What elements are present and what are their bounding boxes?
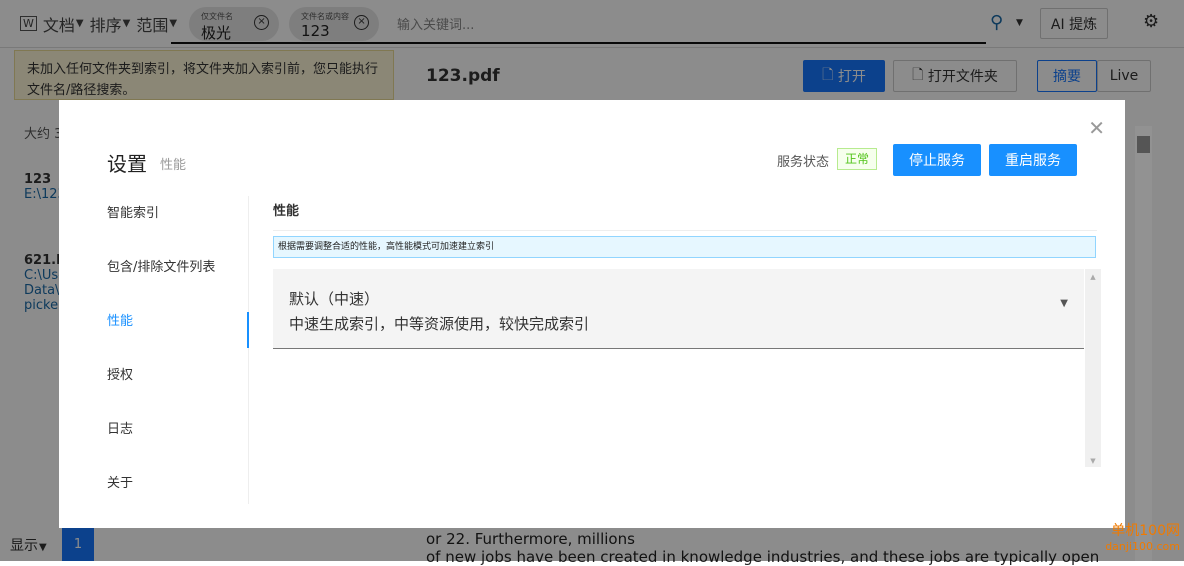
divider bbox=[273, 230, 1097, 231]
settings-nav: 智能索引 包含/排除文件列表 性能 授权 日志 关于 bbox=[59, 196, 249, 504]
nav-performance[interactable]: 性能 bbox=[59, 304, 249, 358]
nav-include-exclude[interactable]: 包含/排除文件列表 bbox=[59, 250, 248, 304]
nav-smart-index[interactable]: 智能索引 bbox=[59, 196, 248, 250]
watermark-logo: 单机100网 danji100.com bbox=[1105, 523, 1180, 553]
restart-service-button[interactable]: 重启服务 bbox=[989, 144, 1077, 176]
nav-about[interactable]: 关于 bbox=[59, 466, 248, 520]
dialog-subtitle: 性能 bbox=[160, 158, 187, 173]
settings-dialog: 设置 性能 ✕ 服务状态 正常 停止服务 重启服务 智能索引 包含/排除文件列表… bbox=[59, 100, 1125, 528]
service-status-label: 服务状态 bbox=[777, 155, 830, 170]
nav-log[interactable]: 日志 bbox=[59, 412, 248, 466]
close-icon[interactable]: ✕ bbox=[1088, 116, 1105, 140]
nav-license[interactable]: 授权 bbox=[59, 358, 248, 412]
status-badge: 正常 bbox=[837, 148, 878, 170]
caret-down-icon: ▼ bbox=[1060, 298, 1068, 309]
dialog-title: 设置 bbox=[107, 152, 147, 176]
stop-service-button[interactable]: 停止服务 bbox=[893, 144, 981, 176]
performance-select[interactable]: 默认（中速） 中速生成索引，中等资源使用，较快完成索引 ▼ bbox=[273, 269, 1084, 349]
section-title: 性能 bbox=[273, 204, 300, 219]
info-hint: 根据需要调整合适的性能，高性能模式可加速建立索引 bbox=[273, 236, 1096, 258]
page-scrollbar[interactable] bbox=[1135, 126, 1152, 561]
select-scrollbar[interactable]: ▲ ▼ bbox=[1085, 269, 1101, 467]
